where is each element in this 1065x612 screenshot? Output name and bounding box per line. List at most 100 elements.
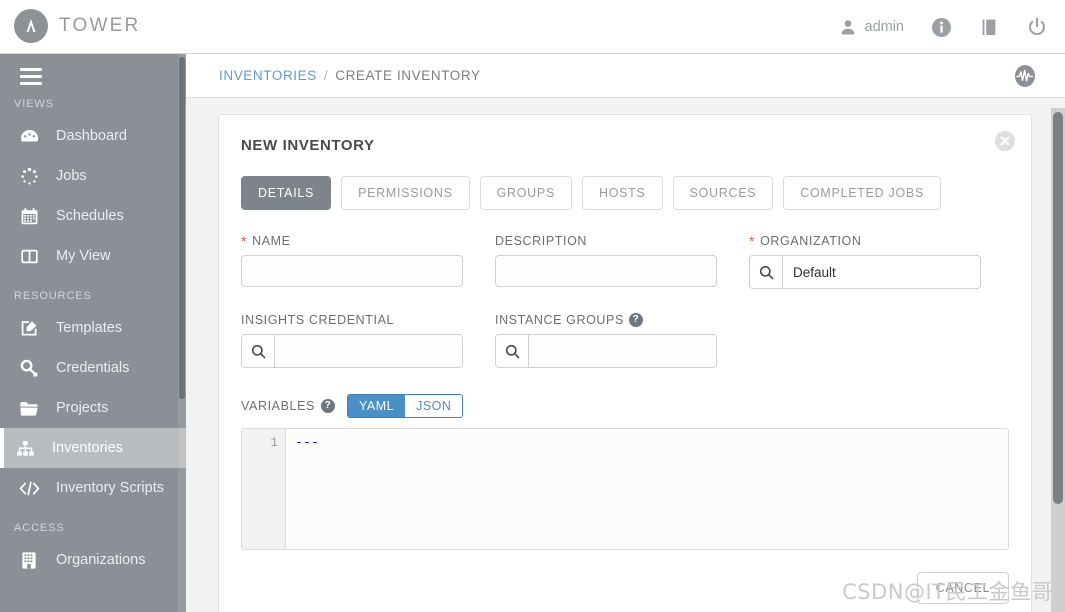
sidebar-item-organizations[interactable]: Organizations (0, 540, 186, 580)
insights-credential-lookup[interactable] (241, 334, 463, 368)
label-text: ORGANIZATION (760, 234, 862, 248)
sidebar-item-label: My View (56, 248, 111, 264)
card-title: NEW INVENTORY (241, 137, 375, 154)
label-text: VARIABLES (241, 399, 315, 413)
sidebar-item-inventories[interactable]: Inventories (0, 428, 186, 468)
user-name: admin (864, 19, 905, 35)
sidebar: VIEWS Dashboard Jobs Schedules My View R… (0, 54, 186, 612)
field-description: DESCRIPTION (495, 234, 717, 289)
docs-button[interactable] (979, 18, 999, 37)
description-input[interactable] (495, 255, 717, 287)
card-actions: CANCEL (241, 572, 1009, 604)
main-content: INVENTORIES / CREATE INVENTORY NEW INVEN… (186, 54, 1065, 612)
search-icon[interactable] (750, 256, 783, 288)
close-icon[interactable] (995, 131, 1015, 151)
top-bar-actions: admin (840, 0, 1048, 54)
hamburger-bar (20, 75, 42, 78)
tab-details[interactable]: DETAILS (241, 176, 332, 210)
top-bar: TOWER admin (0, 0, 1065, 54)
variables-header: VARIABLES ? YAML JSON (241, 394, 1009, 418)
myview-icon (18, 247, 40, 266)
form-row-secondary: INSIGHTS CREDENTIAL INSTANCE GROUPS ? (241, 313, 1009, 368)
tab-completed-jobs[interactable]: COMPLETED JOBS (783, 176, 941, 210)
instance-groups-lookup[interactable] (495, 334, 717, 368)
tower-logo-icon (14, 9, 48, 43)
info-button[interactable] (932, 17, 951, 37)
field-name: * NAME (241, 234, 463, 289)
field-organization: * ORGANIZATION Default (749, 234, 981, 289)
tab-permissions[interactable]: PERMISSIONS (341, 176, 470, 210)
template-icon (18, 319, 40, 338)
sidebar-item-label: Organizations (56, 552, 146, 568)
sidebar-item-my-view[interactable]: My View (0, 236, 186, 276)
sidebar-item-templates[interactable]: Templates (0, 308, 186, 348)
hamburger-bar (20, 68, 42, 71)
brand[interactable]: TOWER (14, 9, 140, 43)
help-icon[interactable]: ? (320, 399, 335, 413)
label-text: DESCRIPTION (495, 234, 588, 248)
power-icon (1027, 17, 1047, 37)
editor-gutter: 1 (242, 429, 286, 549)
sidebar-item-label: Jobs (56, 168, 87, 184)
toggle-yaml[interactable]: YAML (347, 395, 406, 417)
sidebar-item-label: Templates (56, 320, 123, 336)
user-icon (840, 19, 856, 35)
field-insights-credential-label: INSIGHTS CREDENTIAL (241, 313, 463, 327)
toggle-json[interactable]: JSON (405, 395, 463, 417)
jobs-icon (18, 167, 40, 186)
field-organization-label: * ORGANIZATION (749, 234, 981, 248)
variables-editor[interactable]: 1 --- (241, 428, 1009, 550)
help-icon[interactable]: ? (628, 313, 643, 327)
tab-hosts[interactable]: HOSTS (581, 176, 663, 210)
user-menu[interactable]: admin (840, 19, 905, 35)
sidebar-item-dashboard[interactable]: Dashboard (0, 116, 186, 156)
name-input[interactable] (241, 255, 463, 287)
editor-code[interactable]: --- (286, 429, 1008, 549)
activity-stream-icon[interactable] (1013, 64, 1037, 88)
cancel-button[interactable]: CANCEL (916, 572, 1009, 604)
calendar-icon (18, 207, 40, 226)
code-line: --- (295, 436, 320, 450)
breadcrumb-separator: / (323, 68, 329, 83)
label-text: NAME (252, 234, 291, 248)
sidebar-item-label: Inventories (52, 440, 123, 456)
logout-button[interactable] (1027, 17, 1047, 37)
organization-value: Default (783, 256, 980, 288)
hamburger-bar (20, 82, 42, 85)
sidebar-item-jobs[interactable]: Jobs (0, 156, 186, 196)
breadcrumb-bar: INVENTORIES / CREATE INVENTORY (186, 54, 1065, 98)
hamburger-icon[interactable] (20, 68, 42, 89)
required-marker: * (241, 233, 248, 249)
sidebar-item-label: Schedules (56, 208, 124, 224)
breadcrumb: INVENTORIES / CREATE INVENTORY (219, 68, 481, 83)
breadcrumb-inventories[interactable]: INVENTORIES (219, 68, 317, 83)
sidebar-item-label: Projects (56, 400, 109, 416)
info-icon (932, 17, 951, 37)
search-icon[interactable] (242, 335, 275, 367)
field-instance-groups-label: INSTANCE GROUPS ? (495, 313, 717, 327)
ansible-tower-app: TOWER admin VIEWS Dashboard Jobs Schedul… (0, 0, 1065, 612)
line-number: 1 (270, 436, 278, 450)
tab-groups[interactable]: GROUPS (479, 176, 572, 210)
sidebar-scrollbar-thumb[interactable] (179, 57, 185, 399)
sidebar-item-projects[interactable]: Projects (0, 388, 186, 428)
organization-lookup[interactable]: Default (749, 255, 981, 289)
tab-sources[interactable]: SOURCES (672, 176, 774, 210)
sidebar-item-schedules[interactable]: Schedules (0, 196, 186, 236)
sidebar-section-views: VIEWS (14, 98, 54, 110)
sidebar-item-inventory-scripts[interactable]: Inventory Scripts (0, 468, 186, 508)
variables-format-toggle: YAML JSON (346, 394, 464, 418)
insights-credential-value (275, 335, 462, 367)
label-text: INSTANCE GROUPS (495, 313, 624, 327)
card-tabs: DETAILS PERMISSIONS GROUPS HOSTS SOURCES… (241, 176, 1009, 210)
label-text: INSIGHTS CREDENTIAL (241, 313, 395, 327)
sidebar-item-label: Dashboard (56, 128, 127, 144)
new-inventory-card: NEW INVENTORY DETAILS PERMISSIONS GROUPS… (218, 114, 1032, 612)
sidebar-section-access: ACCESS (14, 522, 65, 534)
field-description-label: DESCRIPTION (495, 234, 717, 248)
key-icon (18, 359, 40, 378)
field-name-label: * NAME (241, 234, 463, 248)
page-scrollbar-thumb[interactable] (1053, 112, 1063, 504)
search-icon[interactable] (496, 335, 529, 367)
sidebar-item-credentials[interactable]: Credentials (0, 348, 186, 388)
